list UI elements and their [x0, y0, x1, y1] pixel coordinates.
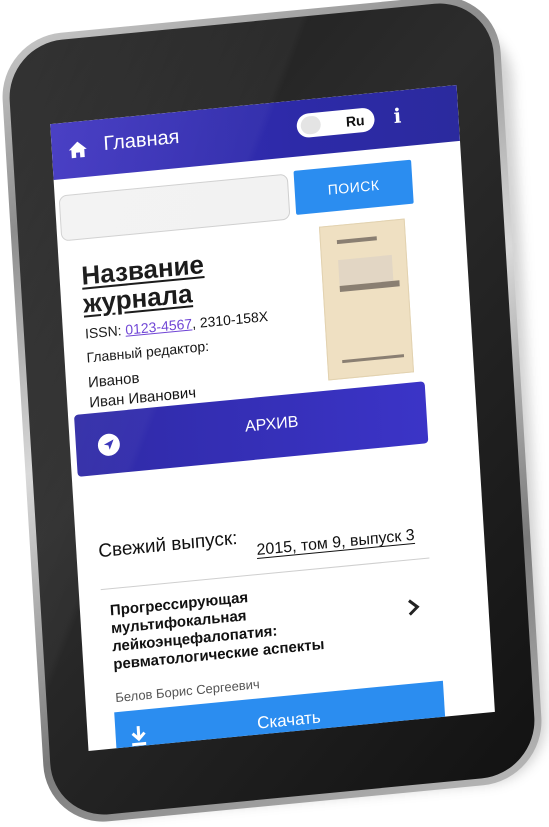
language-label: Ru	[345, 111, 366, 130]
language-toggle[interactable]: Ru	[296, 107, 376, 139]
cover-decoration	[342, 354, 405, 364]
cover-decoration	[336, 236, 377, 245]
search-input[interactable]	[58, 173, 291, 242]
issn-secondary: , 2310-158X	[191, 308, 269, 332]
home-title[interactable]: Главная	[103, 126, 180, 156]
issn-link[interactable]: 0123-4567	[125, 315, 193, 337]
journal-title[interactable]: Название журнала	[81, 249, 207, 319]
navigation-arrow-icon	[97, 432, 121, 457]
info-icon[interactable]: i	[388, 102, 408, 130]
fresh-issue-label: Свежий выпуск:	[97, 527, 239, 563]
home-icon[interactable]	[67, 139, 88, 161]
app-screen: Главная Ru i ПОИСК Название журнала ISSN…	[50, 85, 495, 751]
search-button[interactable]: ПОИСК	[293, 159, 414, 215]
fresh-issue-link[interactable]: 2015, том 9, выпуск 3	[256, 527, 415, 560]
archive-label: АРХИВ	[244, 413, 299, 436]
journal-cover-image[interactable]	[318, 218, 415, 381]
chevron-right-icon[interactable]	[406, 597, 421, 618]
toggle-knob	[300, 115, 322, 136]
editor-label: Главный редактор:	[86, 337, 210, 366]
phone-frame: Главная Ru i ПОИСК Название журнала ISSN…	[0, 0, 546, 827]
download-icon	[131, 725, 147, 747]
issn-prefix: ISSN:	[84, 321, 126, 342]
article-title: Прогрессирующая мультифокальная лейкоэнц…	[110, 576, 383, 674]
